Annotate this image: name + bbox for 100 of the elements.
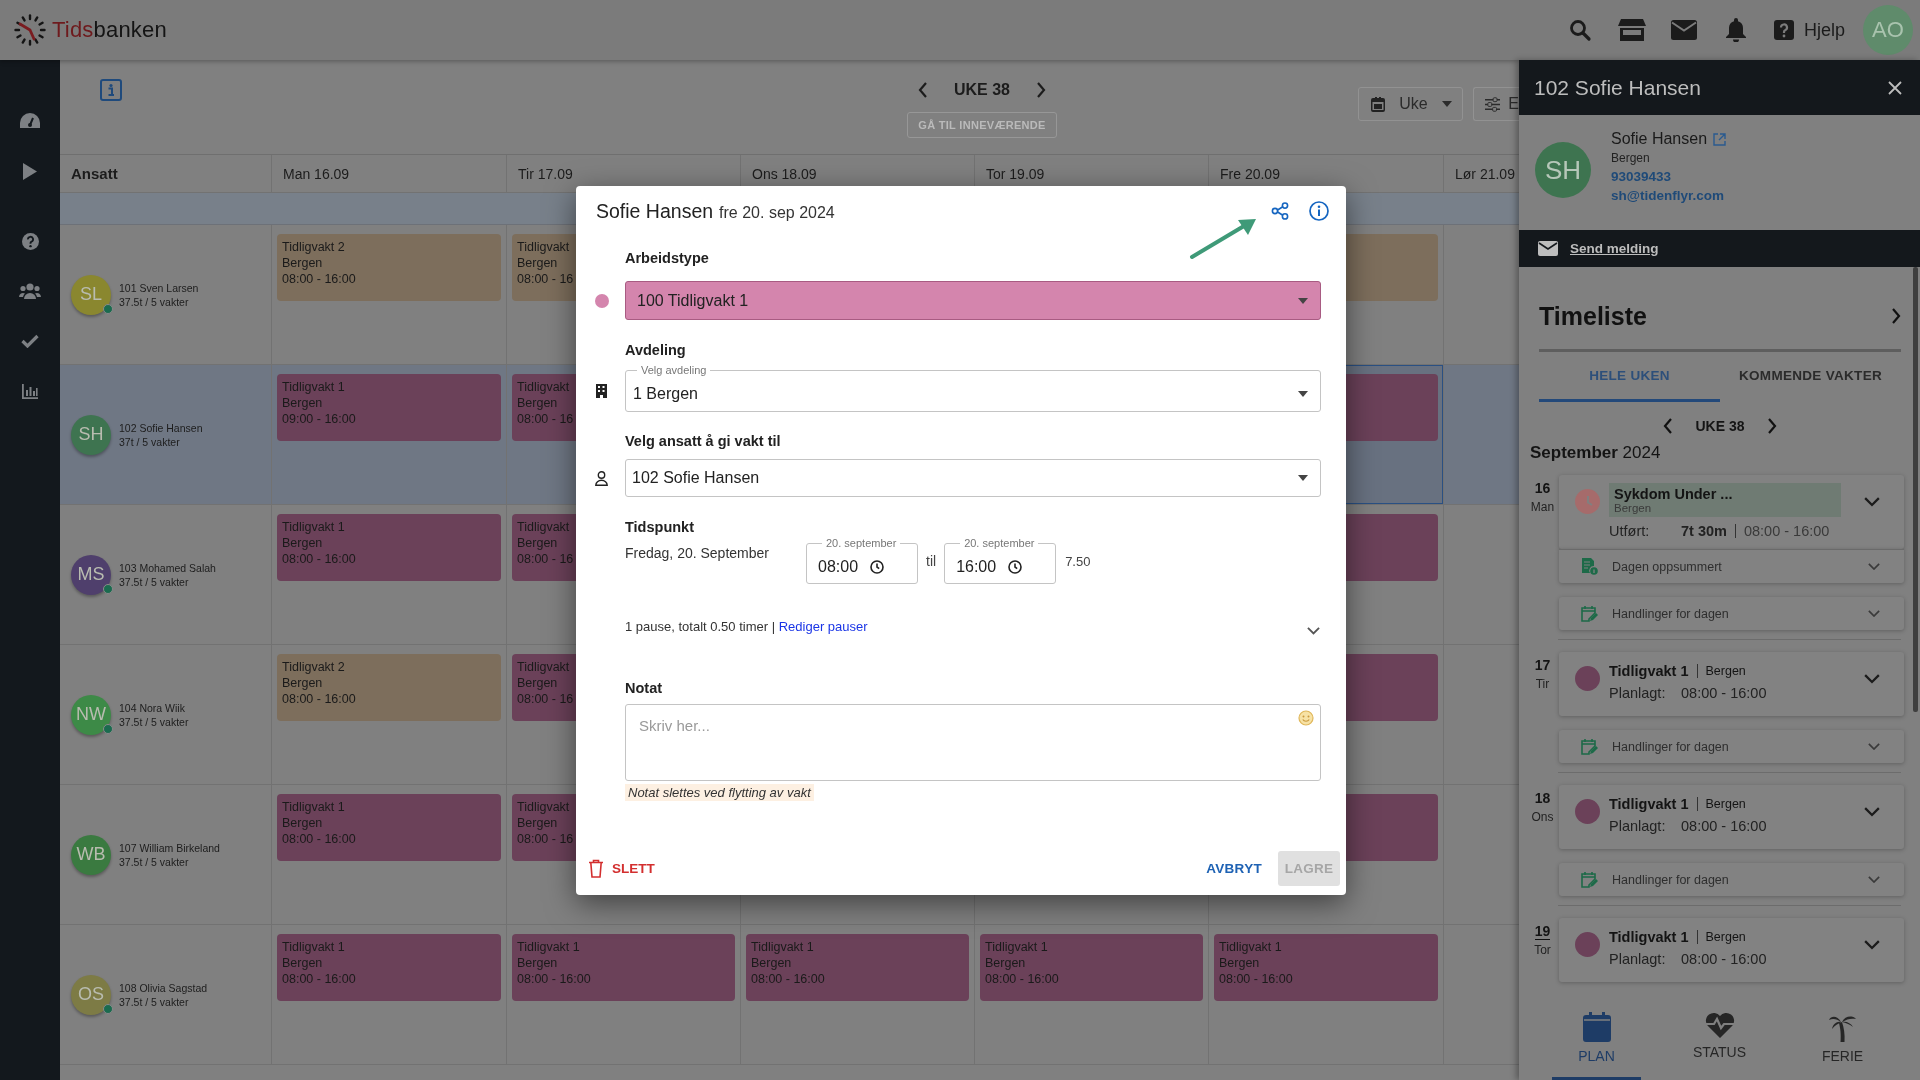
delete-button[interactable]: SLETT [588, 859, 655, 878]
schedule-cell[interactable]: Tidligvakt 1 Bergen 08:00 - 16:00 [974, 925, 1208, 1065]
shift-card[interactable]: Tidligvakt 1 Bergen 08:00 - 16:00 [746, 934, 969, 1001]
logo-text[interactable]: Tidsbanken [52, 17, 167, 43]
schedule-cell[interactable]: Tidligvakt 1 Bergen 08:00 - 16:00 [271, 785, 506, 925]
column-header: Ansatt [71, 165, 118, 182]
previous-week-button[interactable] [918, 82, 928, 98]
next-week-button[interactable] [1036, 82, 1046, 98]
search-icon [1567, 18, 1592, 42]
schedule-cell[interactable]: Tidligvakt 1 Bergen 08:00 - 16:00 [271, 505, 506, 645]
calendar-edit-icon [1581, 605, 1598, 622]
shift-card[interactable]: Tidligvakt 1 Bergen 09:00 - 16:00 [277, 374, 501, 441]
shift-card[interactable]: Tidligvakt 1 Bergen 08:00 - 16:00 [512, 934, 735, 1001]
share-button[interactable] [1271, 202, 1289, 220]
store-icon [1617, 18, 1646, 42]
entry-time: 08:00 - 16:00 [1681, 818, 1767, 834]
day-number: 18 [1534, 790, 1551, 806]
day-actions-row[interactable]: Handlinger for dagen [1559, 597, 1904, 630]
employee-name: 102 Sofie Hansen [119, 420, 203, 435]
shift-card[interactable]: Tidligvakt 2 Bergen 08:00 - 16:00 [277, 654, 501, 721]
entry-location: Bergen [1705, 930, 1746, 944]
timesheet-entry-card[interactable]: Tidligvakt 1 Bergen Planlagt: 08:00 - 16:00 [1559, 918, 1904, 982]
schedule-cell[interactable]: Tidligvakt 1 Bergen 08:00 - 16:00 [740, 925, 974, 1065]
schedule-cell[interactable]: Tidligvakt 2 Bergen 08:00 - 16:00 [271, 645, 506, 785]
expand-icon[interactable] [1868, 875, 1880, 884]
entry-title: Tidligvakt 1 [1609, 663, 1689, 679]
checkmark-icon [21, 334, 39, 348]
note-field[interactable]: Skriv her... [625, 704, 1321, 781]
edit-breaks-link[interactable]: Rediger pauser [778, 618, 868, 634]
expand-icon[interactable] [1864, 674, 1880, 684]
bottom-nav-tab[interactable]: FERIE [1781, 1008, 1904, 1080]
shift-card[interactable]: Tidligvakt 1 Bergen 08:00 - 16:00 [1214, 934, 1438, 1001]
info-button[interactable] [1309, 201, 1329, 221]
expand-breaks-icon[interactable] [1307, 627, 1320, 635]
schedule-cell[interactable]: Tidligvakt 1 Bergen 09:00 - 16:00 [271, 365, 506, 505]
email-link[interactable]: sh@tidenflyr.com [1611, 188, 1724, 203]
employee-hours: 37.5t / 5 vakter [119, 994, 190, 1009]
help-button[interactable]: Hjelp [1761, 10, 1855, 50]
day-summary-row[interactable]: Dagen oppsummert [1559, 549, 1904, 583]
timesheet-entry-card[interactable]: Tidligvakt 1 Bergen Planlagt: 08:00 - 16:00 [1559, 652, 1904, 716]
previous-week-button[interactable] [1663, 418, 1674, 434]
phone-link[interactable]: 93039433 [1611, 169, 1672, 184]
timesheet-entry-card[interactable]: Tidligvakt 1 Bergen Planlagt: 08:00 - 16:00 [1559, 785, 1904, 849]
timesheet-tab[interactable]: KOMMENDE VAKTER [1720, 352, 1901, 402]
info-button[interactable] [100, 79, 122, 101]
shift-name: Tidligvakt [517, 519, 570, 535]
logo-icon[interactable] [14, 14, 46, 46]
next-week-button[interactable] [1766, 418, 1777, 434]
expand-icon[interactable] [1864, 497, 1880, 507]
shift-time: 08:00 - 16:00 [282, 271, 356, 287]
start-time-field[interactable]: 20. september 08:00 [806, 537, 918, 584]
entry-status: Utført: [1609, 523, 1651, 539]
shift-card[interactable]: Tidligvakt 1 Bergen 08:00 - 16:00 [277, 934, 501, 1001]
timesheet-tab[interactable]: HELE UKEN [1539, 352, 1720, 402]
employee-avatar: SH [71, 414, 111, 455]
section-label: Dagen oppsummert [1612, 559, 1723, 574]
shift-time: 08:00 - 16:00 [751, 971, 825, 987]
bottom-nav-tab[interactable]: PLAN [1552, 1008, 1641, 1080]
shift-location: Bergen [517, 675, 558, 691]
shift-time: 08:00 - 16 [517, 831, 574, 847]
department-select[interactable]: Velg avdeling 1 Bergen [625, 364, 1321, 412]
expand-icon[interactable] [1864, 940, 1880, 950]
open-timesheet-button[interactable] [1891, 308, 1901, 324]
current-week-button[interactable]: GÅ TIL INNEVÆRENDE [907, 112, 1057, 138]
view-select[interactable]: Uke [1358, 87, 1463, 121]
shift-card[interactable]: Tidligvakt 1 Bergen 08:00 - 16:00 [980, 934, 1203, 1001]
send-message-link[interactable]: Send melding [1570, 241, 1659, 256]
shift-card[interactable]: Tidligvakt 1 Bergen 08:00 - 16:00 [277, 514, 501, 581]
entry-status: Planlagt: [1609, 685, 1667, 701]
day-actions-row[interactable]: Handlinger for dagen [1559, 730, 1904, 763]
shift-card[interactable]: Tidligvakt 1 Bergen 08:00 - 16:00 [277, 794, 501, 861]
close-button[interactable] [1888, 80, 1902, 95]
entry-location: Bergen [1705, 664, 1746, 678]
expand-icon[interactable] [1868, 609, 1880, 618]
shift-location: Bergen [282, 535, 323, 551]
field-label: Tidspunkt [625, 518, 694, 537]
cancel-button[interactable]: AVBRYT [1194, 851, 1274, 886]
gauge-icon [20, 113, 40, 129]
field-label: Notat [625, 679, 663, 698]
schedule-cell[interactable]: Tidligvakt 2 Bergen 08:00 - 16:00 [271, 225, 506, 365]
scrollbar[interactable] [1913, 267, 1918, 712]
schedule-cell[interactable]: Tidligvakt 1 Bergen 08:00 - 16:00 [1208, 925, 1443, 1065]
column-header: Fre 20.09 [1220, 165, 1280, 182]
employee-select[interactable]: 102 Sofie Hansen [625, 459, 1321, 497]
work-type-select[interactable]: 100 Tidligvakt 1 [625, 281, 1321, 320]
panel-title: 102 Sofie Hansen [1534, 75, 1701, 100]
expand-icon[interactable] [1868, 562, 1880, 571]
timesheet-entry-card[interactable]: Sykdom Under ... Bergen Utført: 7t 30m 08:00 - 16:00 [1559, 475, 1904, 549]
bottom-nav-tab[interactable]: STATUS [1658, 1008, 1781, 1080]
user-avatar[interactable]: AO [1863, 5, 1913, 55]
shift-card[interactable]: Tidligvakt 2 Bergen 08:00 - 16:00 [277, 234, 501, 301]
expand-icon[interactable] [1864, 807, 1880, 817]
employee-hours: 37.5t / 5 vakter [119, 574, 190, 589]
schedule-cell[interactable]: Tidligvakt 1 Bergen 08:00 - 16:00 [506, 925, 740, 1065]
schedule-row[interactable] [60, 925, 1519, 1065]
day-actions-row[interactable]: Handlinger for dagen [1559, 863, 1904, 896]
shift-time: 08:00 - 16:00 [282, 971, 356, 987]
expand-icon[interactable] [1868, 742, 1880, 751]
end-time-field[interactable]: 20. september 16:00 [944, 537, 1057, 584]
schedule-cell[interactable]: Tidligvakt 1 Bergen 08:00 - 16:00 [271, 925, 506, 1065]
